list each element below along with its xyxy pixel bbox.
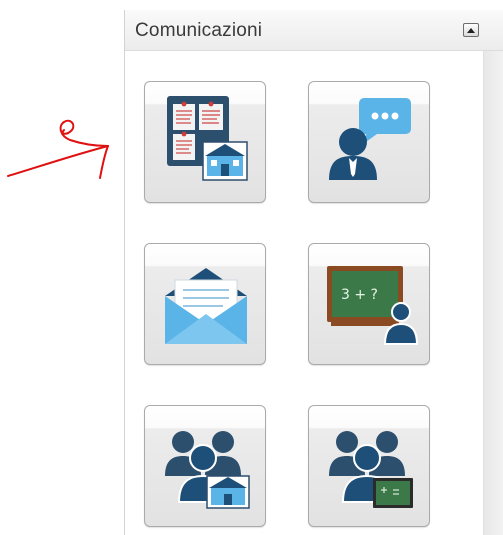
tile-classroom[interactable]: 3 + ?: [308, 243, 430, 365]
bulletin-board-school-icon: [167, 96, 248, 181]
communications-panel: Comunicazioni 3 + ?: [124, 10, 503, 535]
group-school-icon: [165, 431, 250, 509]
panel-body: 3 + ?: [125, 51, 483, 535]
red-arrow-annotation: [7, 119, 109, 179]
scrollbar[interactable]: [483, 51, 503, 535]
panel-title: Comunicazioni: [135, 20, 263, 41]
collapse-button[interactable]: [463, 23, 479, 37]
tile-mail[interactable]: [144, 243, 266, 365]
classroom-blackboard-icon: 3 + ?: [327, 266, 419, 345]
group-blackboard-icon: [329, 431, 413, 508]
tile-group-school[interactable]: [144, 405, 266, 527]
envelope-icon: [165, 268, 247, 344]
teacher-chat-icon: [329, 98, 411, 180]
collapse-icon: [467, 28, 475, 33]
svg-text:3 + ?: 3 + ?: [341, 287, 378, 303]
tile-teacher-messages[interactable]: [308, 81, 430, 203]
panel-header: Comunicazioni: [125, 10, 503, 51]
tile-bulletin-board[interactable]: [144, 81, 266, 203]
tile-group-class[interactable]: [308, 405, 430, 527]
